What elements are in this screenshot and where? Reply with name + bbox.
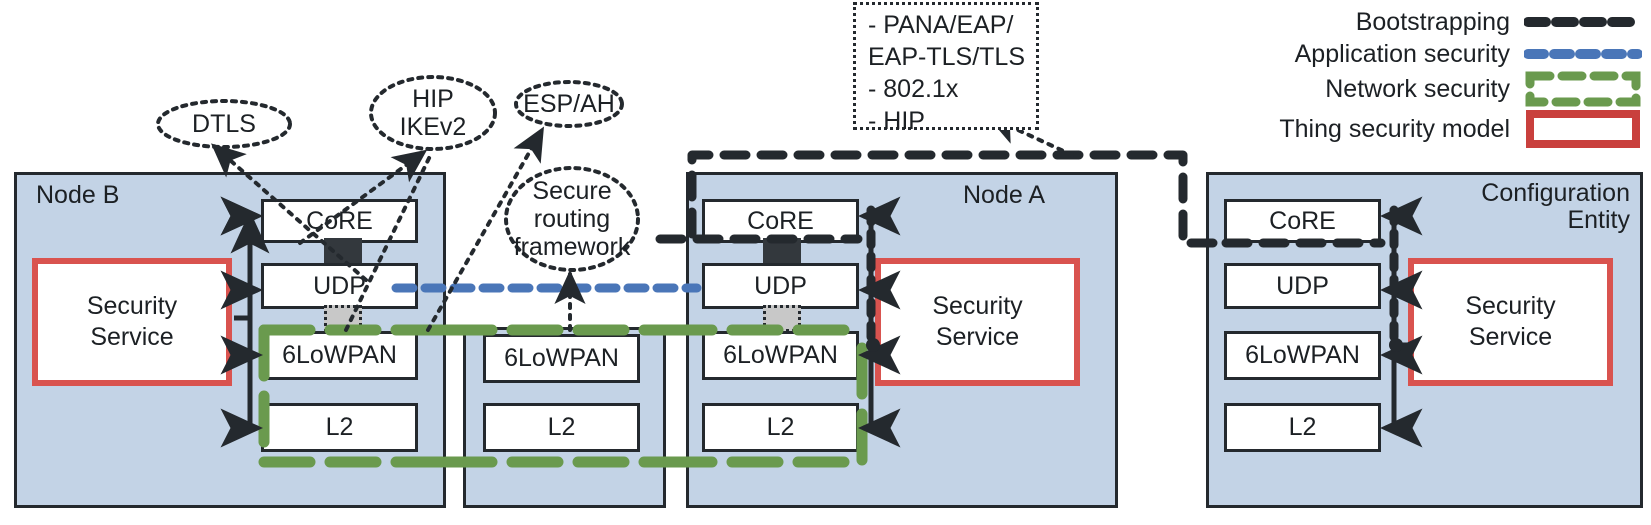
callout-line-3: - 802.1x: [868, 75, 959, 103]
legend-swatch-application-security: [1523, 39, 1643, 69]
security-link-dot-node-a: [866, 338, 880, 352]
network-security-outline-node-b: [258, 324, 452, 468]
bootstrapping-path: [655, 150, 1235, 248]
legend-row-network-security: Network security: [1190, 70, 1642, 108]
security-link-dot-config-entity: [1389, 338, 1403, 352]
security-arrows-node-b: [220, 196, 270, 448]
network-security-outline-middle: [440, 324, 672, 468]
ellipse-hip-ikev2: [369, 75, 497, 151]
legend-row-bootstrapping: Bootstrapping: [1190, 6, 1643, 38]
legend-label-thing-security-model: Thing security model: [1279, 114, 1510, 143]
ellipse-dtls: [156, 99, 292, 149]
legend-swatch-thing-security-model: [1524, 108, 1642, 150]
ellipse-esp-ah: [514, 80, 624, 128]
arrow-dtls-to-udp: [210, 143, 368, 282]
callout-bootstrapping-protocols: - PANA/EAP/ EAP-TLS/TLS - 802.1x - HIP: [853, 2, 1039, 135]
legend-label-bootstrapping: Bootstrapping: [1355, 7, 1510, 36]
diagram-canvas: Node B Security Service CoRE UDP 6LoWPAN…: [0, 0, 1651, 525]
legend-swatch-bootstrapping: [1523, 7, 1643, 37]
legend-swatch-network-security: [1524, 70, 1642, 108]
ellipse-secure-routing: [504, 166, 640, 272]
arrow-hip-to-core: [298, 149, 428, 245]
legend-label-network-security: Network security: [1325, 74, 1510, 103]
legend-label-application-security: Application security: [1294, 39, 1510, 68]
legend-row-thing-security-model: Thing security model: [1190, 108, 1642, 150]
network-security-outline-node-a: [660, 324, 868, 468]
callout-line-2: EAP-TLS/TLS: [868, 43, 1025, 71]
callout-line-4: - HIP: [868, 107, 925, 135]
callout-line-1: - PANA/EAP/: [868, 11, 1014, 39]
legend-row-application-security: Application security: [1190, 38, 1643, 70]
legend: Bootstrapping Application security Netwo…: [1190, 6, 1643, 150]
